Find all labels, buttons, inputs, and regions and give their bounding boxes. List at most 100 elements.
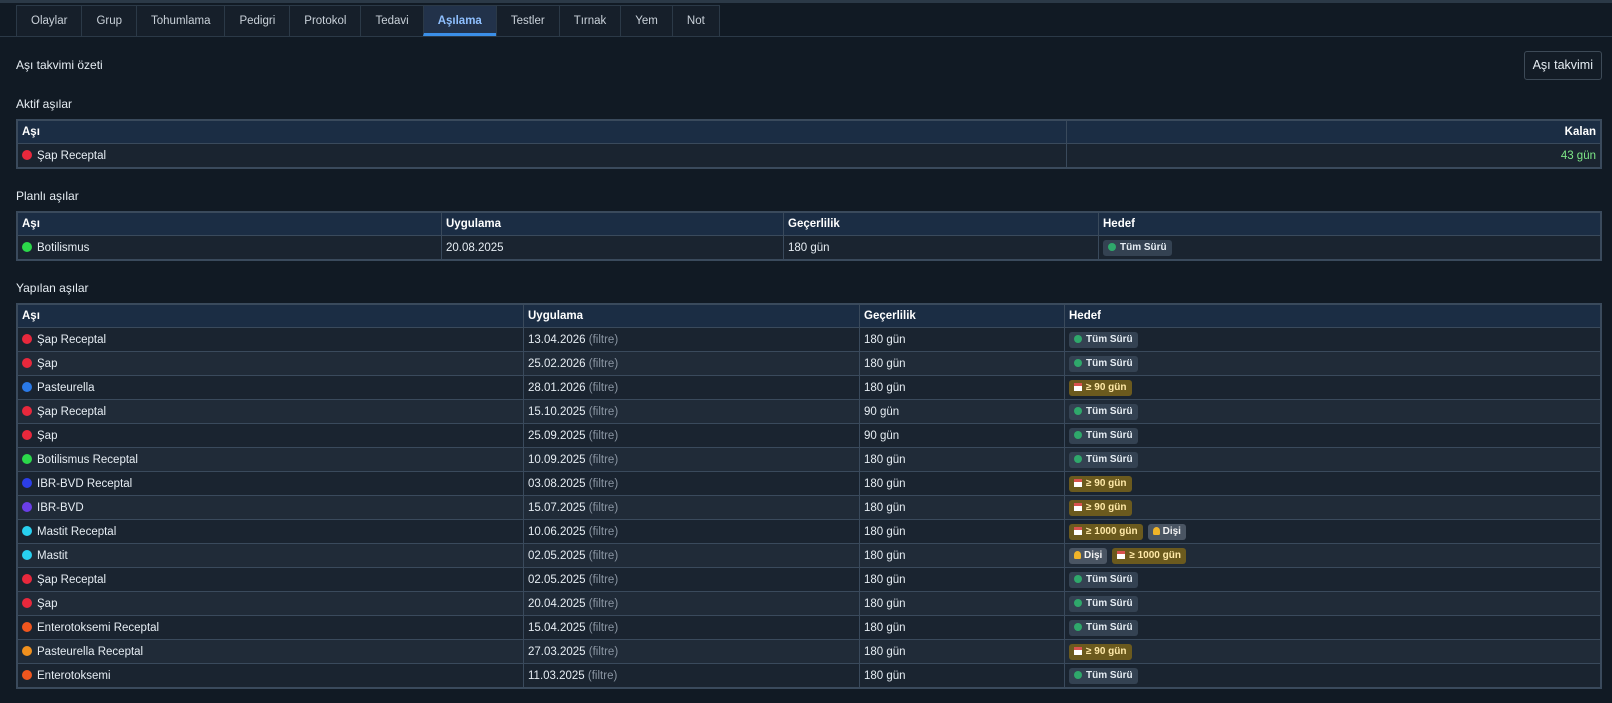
applied-date: 25.02.2026 (528, 357, 586, 370)
filter-link[interactable]: (filtre) (589, 502, 618, 514)
vaccine-name[interactable]: Şap Receptal (37, 406, 106, 418)
applied-date-cell: 20.04.2025 (filtre) (523, 591, 860, 616)
color-dot-icon (22, 405, 32, 416)
table-row[interactable]: Şap 25.02.2026 (filtre) 180 gün Tüm Sürü (16, 351, 1602, 376)
table-row[interactable]: Enterotoksemi 11.03.2025 (filtre) 180 gün T… (16, 663, 1602, 689)
vaccine-name[interactable]: Botilismus Receptal (37, 454, 138, 466)
table-row[interactable]: Enterotoksemi Receptal 15.04.2025 (filtre… (16, 615, 1602, 640)
vaccine-name[interactable]: Şap Receptal (37, 574, 106, 586)
target-label: Dişi (1084, 549, 1103, 561)
table-row[interactable]: Mastit Receptal 10.06.2025 (filtre) 180 gü… (16, 519, 1602, 544)
applied-date-cell: 20.08.2025 (441, 235, 784, 261)
target-badge: Tüm Sürü (1069, 355, 1138, 372)
table-row[interactable]: Şap Receptal 13.04.2026 (filtre) 180 gün Tü… (16, 327, 1602, 352)
tab-0[interactable]: Olaylar (16, 5, 83, 36)
applied-date: 10.09.2025 (528, 453, 586, 466)
tab-7[interactable]: Testler (495, 5, 560, 36)
target-label: ≥ 1000 gün (1086, 525, 1138, 537)
target-badge: Tüm Sürü (1069, 619, 1138, 636)
tab-1[interactable]: Grup (81, 5, 138, 36)
vaccine-cell: Şap Receptal (16, 327, 524, 352)
calendar-icon (1074, 382, 1082, 391)
validity-cell: 180 gün (859, 615, 1065, 640)
vaccine-cell: Şap Receptal (16, 399, 524, 424)
tab-4[interactable]: Protokol (289, 5, 362, 36)
table-row[interactable]: IBR-BVD Receptal 03.08.2025 (filtre) 180 g… (16, 471, 1602, 496)
target-cell: Tüm Sürü (1064, 399, 1602, 424)
table-row[interactable]: Şap Receptal 43 gün (16, 143, 1602, 169)
table-row[interactable]: Mastit 02.05.2025 (filtre) 180 gün Dişi ≥ 10… (16, 543, 1602, 568)
vaccine-name[interactable]: IBR-BVD Receptal (37, 478, 132, 490)
applied-date-cell: 02.05.2025 (filtre) (523, 567, 860, 592)
filter-link[interactable]: (filtre) (589, 358, 618, 370)
vaccine-name[interactable]: Şap (37, 430, 57, 442)
table-row[interactable]: Şap Receptal 15.10.2025 (filtre) 90 gün Tüm… (16, 399, 1602, 424)
tab-9[interactable]: Yem (620, 5, 673, 36)
tab-8[interactable]: Tırnak (558, 5, 622, 36)
column-header-vaccine: Aşı (16, 303, 524, 328)
vaccine-name[interactable]: Botilismus (37, 242, 89, 254)
applied-date-cell: 11.03.2025 (filtre) (523, 663, 860, 689)
target-label: Tüm Sürü (1086, 357, 1133, 369)
filter-link[interactable]: (filtre) (589, 622, 618, 634)
target-badge: ≥ 90 gün (1069, 499, 1132, 516)
table-row[interactable]: Şap Receptal 02.05.2025 (filtre) 180 gün Tü… (16, 567, 1602, 592)
vaccine-name[interactable]: Şap (37, 358, 57, 370)
target-badge: Dişi (1069, 547, 1108, 564)
filter-link[interactable]: (filtre) (589, 334, 618, 346)
target-label: ≥ 90 gün (1086, 477, 1127, 489)
tab-2[interactable]: Tohumlama (136, 5, 226, 36)
target-label: Dişi (1162, 525, 1181, 537)
column-header-applied: Uygulama (523, 303, 860, 328)
tab-3[interactable]: Pedigri (224, 5, 291, 36)
filter-link[interactable]: (filtre) (589, 430, 618, 442)
filter-link[interactable]: (filtre) (589, 526, 618, 538)
vaccine-name[interactable]: Enterotoksemi Receptal (37, 622, 159, 634)
color-dot-icon (22, 333, 32, 344)
vaccine-name[interactable]: Pasteurella (37, 382, 95, 394)
filter-link[interactable]: (filtre) (589, 646, 618, 658)
tab-6[interactable]: Aşılama (422, 5, 497, 36)
tab-10[interactable]: Not (671, 5, 720, 36)
target-label: ≥ 90 gün (1086, 381, 1127, 393)
table-row[interactable]: IBR-BVD 15.07.2025 (filtre) 180 gün ≥ 90 gü… (16, 495, 1602, 520)
calendar-icon (1074, 526, 1082, 535)
applied-date: 03.08.2025 (528, 477, 586, 490)
validity-cell: 180 gün (859, 351, 1065, 376)
filter-link[interactable]: (filtre) (588, 670, 617, 682)
target-badge: Tüm Sürü (1069, 571, 1138, 588)
vaccine-name[interactable]: Şap Receptal (37, 334, 106, 346)
table-row[interactable]: Pasteurella Receptal 27.03.2025 (filtre) 1… (16, 639, 1602, 664)
vaccine-name[interactable]: Mastit (37, 550, 68, 562)
table-row[interactable]: Şap 20.04.2025 (filtre) 180 gün Tüm Sürü (16, 591, 1602, 616)
female-icon (1152, 526, 1160, 535)
filter-link[interactable]: (filtre) (589, 406, 618, 418)
table-row[interactable]: Pasteurella 28.01.2026 (filtre) 180 gün ≥ 9… (16, 375, 1602, 400)
target-label: Tüm Sürü (1120, 241, 1167, 253)
target-label: Tüm Sürü (1086, 597, 1133, 609)
filter-link[interactable]: (filtre) (589, 454, 618, 466)
filter-link[interactable]: (filtre) (589, 478, 618, 490)
applied-date-cell: 10.06.2025 (filtre) (523, 519, 860, 544)
validity-cell: 180 gün (859, 519, 1065, 544)
table-row[interactable]: Botilismus 20.08.2025 180 gün Tüm Sürü (16, 235, 1602, 261)
vaccine-name[interactable]: Şap (37, 598, 57, 610)
validity-cell: 180 gün (859, 375, 1065, 400)
active-vaccines-title: Aktif aşılar (16, 97, 73, 111)
target-label: Tüm Sürü (1086, 333, 1133, 345)
vaccine-name[interactable]: Enterotoksemi (37, 670, 111, 682)
vaccine-name[interactable]: Mastit Receptal (37, 526, 116, 538)
filter-link[interactable]: (filtre) (589, 574, 618, 586)
tab-5[interactable]: Tedavi (360, 5, 424, 36)
vaccine-name[interactable]: Pasteurella Receptal (37, 646, 143, 658)
vaccine-name[interactable]: IBR-BVD (37, 502, 84, 514)
filter-link[interactable]: (filtre) (589, 382, 618, 394)
filter-link[interactable]: (filtre) (589, 598, 618, 610)
applied-date-cell: 02.05.2025 (filtre) (523, 543, 860, 568)
filter-link[interactable]: (filtre) (589, 550, 618, 562)
table-row[interactable]: Şap 25.09.2025 (filtre) 90 gün Tüm Sürü (16, 423, 1602, 448)
table-row[interactable]: Botilismus Receptal 10.09.2025 (filtre) 18… (16, 447, 1602, 472)
vaccine-name[interactable]: Şap Receptal (37, 150, 106, 162)
target-label: Tüm Sürü (1086, 429, 1133, 441)
vaccine-schedule-button[interactable]: Aşı takvimi (1523, 50, 1602, 80)
